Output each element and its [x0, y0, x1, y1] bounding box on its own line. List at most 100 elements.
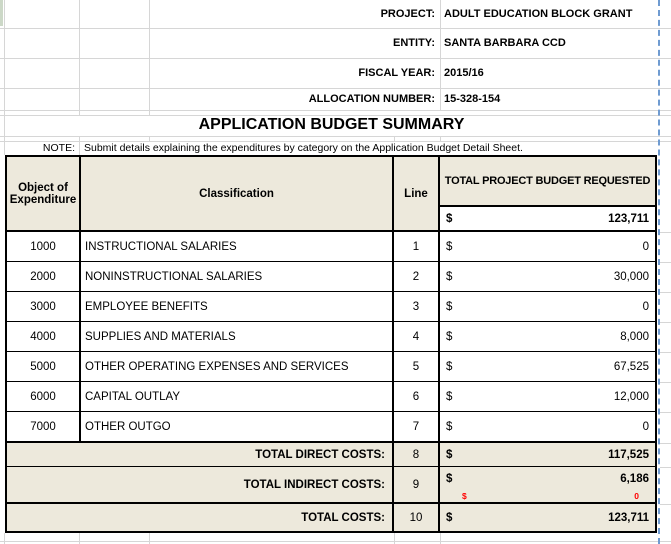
cell-object-code[interactable]: 4000 — [7, 322, 81, 351]
currency-symbol: $ — [440, 361, 452, 373]
currency-symbol: $ — [440, 241, 452, 253]
page-break-line — [658, 0, 660, 544]
allocation-number-label[interactable]: ALLOCATION NUMBER: — [0, 88, 435, 110]
gridline — [440, 533, 441, 544]
form-row-project: PROJECT: ADULT EDUCATION BLOCK GRANT — [0, 0, 671, 28]
cell-object-code[interactable]: 2000 — [7, 262, 81, 291]
cell-line-number[interactable]: 6 — [394, 382, 440, 411]
total-indirect-costs-label[interactable]: TOTAL INDIRECT COSTS: — [7, 467, 394, 502]
cell-amount[interactable]: $ 0 — [440, 412, 655, 441]
currency-symbol: $ — [440, 512, 452, 524]
amount-value: 0 — [643, 301, 655, 313]
header-object-of-expenditure[interactable]: Object of Expenditure — [7, 157, 81, 230]
override-amount-value: 0 — [634, 491, 639, 501]
gridline — [660, 352, 671, 353]
cell-line-number[interactable]: 7 — [394, 412, 440, 441]
cell-amount[interactable]: $ 12,000 — [440, 382, 655, 411]
form-row-allocation-number: ALLOCATION NUMBER: 15-328-154 — [0, 88, 671, 110]
header-line[interactable]: Line — [394, 157, 440, 230]
cell-amount[interactable]: $ 0 — [440, 292, 655, 321]
allocation-number-value[interactable]: 15-328-154 — [444, 88, 500, 110]
cell-line-number[interactable]: 10 — [394, 504, 440, 531]
entity-value[interactable]: SANTA BARBARA CCD — [444, 28, 566, 58]
gridline — [4, 533, 5, 544]
cell-amount[interactable]: $ 8,000 — [440, 322, 655, 351]
gridline — [660, 504, 671, 505]
amount-value: 123,711 — [608, 512, 655, 524]
project-value[interactable]: ADULT EDUCATION BLOCK GRANT — [444, 0, 632, 28]
cell-object-code[interactable]: 1000 — [7, 232, 81, 261]
cell-line-number[interactable]: 8 — [394, 443, 440, 466]
header-budget-requested: TOTAL PROJECT BUDGET REQUESTED $ 123,711 — [440, 157, 655, 230]
cell-amount[interactable]: $ 6,186 $ 0 — [440, 467, 655, 502]
fiscal-year-value[interactable]: 2015/16 — [444, 58, 484, 88]
spreadsheet: PROJECT: ADULT EDUCATION BLOCK GRANT ENT… — [0, 0, 671, 544]
cell-amount[interactable]: $ 67,525 — [440, 352, 655, 381]
form-row-fiscal-year: FISCAL YEAR: 2015/16 — [0, 58, 671, 88]
override-currency-symbol: $ — [462, 491, 467, 501]
gridline — [660, 467, 671, 468]
cell-line-number[interactable]: 9 — [394, 467, 440, 502]
table-row-5000: 5000 OTHER OPERATING EXPENSES AND SERVIC… — [7, 352, 655, 382]
currency-symbol: $ — [440, 331, 452, 343]
header-budget-total[interactable]: $ 123,711 — [440, 207, 655, 230]
cell-amount[interactable]: $ 117,525 — [440, 443, 655, 466]
cell-classification[interactable]: NONINSTRUCTIONAL SALARIES — [81, 262, 394, 291]
gridline — [149, 533, 150, 544]
cell-amount[interactable]: $ 123,711 — [440, 504, 655, 531]
header-classification[interactable]: Classification — [81, 157, 394, 230]
header-budget-title[interactable]: TOTAL PROJECT BUDGET REQUESTED — [440, 157, 655, 207]
gridline — [0, 110, 671, 111]
currency-symbol: $ — [440, 271, 452, 283]
table-row-2000: 2000 NONINSTRUCTIONAL SALARIES 2 $ 30,00… — [7, 262, 655, 292]
cell-object-code[interactable]: 5000 — [7, 352, 81, 381]
cell-line-number[interactable]: 1 — [394, 232, 440, 261]
currency-symbol: $ — [440, 391, 452, 403]
cell-classification[interactable]: OTHER OPERATING EXPENSES AND SERVICES — [81, 352, 394, 381]
note-text[interactable]: Submit details explaining the expenditur… — [84, 141, 523, 155]
cell-classification[interactable]: EMPLOYEE BENEFITS — [81, 292, 394, 321]
cell-line-number[interactable]: 4 — [394, 322, 440, 351]
total-direct-costs-label[interactable]: TOTAL DIRECT COSTS: — [7, 443, 394, 466]
amount-value: 30,000 — [614, 271, 655, 283]
gridline — [660, 443, 671, 444]
total-indirect-costs-row: TOTAL INDIRECT COSTS: 9 $ 6,186 $ 0 — [7, 467, 655, 504]
cell-object-code[interactable]: 6000 — [7, 382, 81, 411]
gridline — [660, 412, 671, 413]
cell-classification[interactable]: CAPITAL OUTLAY — [81, 382, 394, 411]
table-row-6000: 6000 CAPITAL OUTLAY 6 $ 12,000 — [7, 382, 655, 412]
cell-line-number[interactable]: 2 — [394, 262, 440, 291]
indirect-amount-main: $ 6,186 — [440, 467, 655, 489]
entity-label[interactable]: ENTITY: — [0, 28, 435, 58]
amount-value: 6,186 — [620, 473, 655, 485]
gridline — [660, 292, 671, 293]
total-costs-row: TOTAL COSTS: 10 $ 123,711 — [7, 504, 655, 531]
cell-object-code[interactable]: 3000 — [7, 292, 81, 321]
amount-value: 0 — [643, 241, 655, 253]
cell-object-code[interactable]: 7000 — [7, 412, 81, 441]
amount-value: 67,525 — [614, 361, 655, 373]
gridline — [660, 382, 671, 383]
currency-symbol: $ — [440, 301, 452, 313]
total-direct-costs-row: TOTAL DIRECT COSTS: 8 $ 117,525 — [7, 443, 655, 467]
cell-classification[interactable]: SUPPLIES AND MATERIALS — [81, 322, 394, 351]
cell-line-number[interactable]: 3 — [394, 292, 440, 321]
cell-amount[interactable]: $ 30,000 — [440, 262, 655, 291]
table-row-3000: 3000 EMPLOYEE BENEFITS 3 $ 0 — [7, 292, 655, 322]
cell-classification[interactable]: OTHER OUTGO — [81, 412, 394, 441]
cell-amount[interactable]: $ 0 — [440, 232, 655, 261]
amount-value: 0 — [643, 421, 655, 433]
table-header-row: Object of Expenditure Classification Lin… — [7, 157, 655, 232]
cell-line-number[interactable]: 5 — [394, 352, 440, 381]
total-costs-label[interactable]: TOTAL COSTS: — [7, 504, 394, 531]
budget-summary-table: Object of Expenditure Classification Lin… — [5, 155, 657, 533]
note-label[interactable]: NOTE: — [0, 141, 75, 155]
note-row: NOTE: Submit details explaining the expe… — [0, 141, 671, 155]
project-label[interactable]: PROJECT: — [0, 0, 435, 28]
fiscal-year-label[interactable]: FISCAL YEAR: — [0, 58, 435, 88]
table-row-1000: 1000 INSTRUCTIONAL SALARIES 1 $ 0 — [7, 232, 655, 262]
page-title: APPLICATION BUDGET SUMMARY — [5, 114, 658, 136]
cell-classification[interactable]: INSTRUCTIONAL SALARIES — [81, 232, 394, 261]
table-row-7000: 7000 OTHER OUTGO 7 $ 0 — [7, 412, 655, 443]
gridline — [394, 533, 395, 544]
